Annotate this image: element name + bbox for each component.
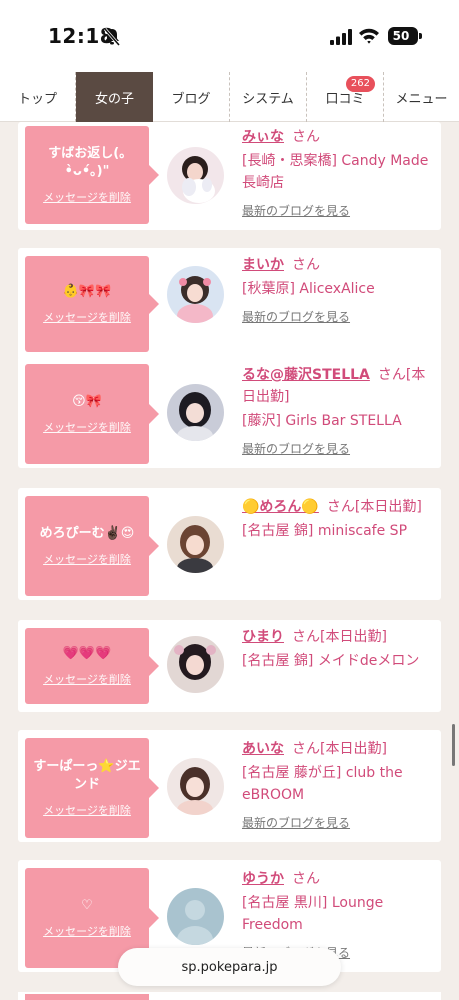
avatar-no-photo[interactable] — [167, 888, 224, 945]
avatar-girl-twin-tails[interactable] — [167, 636, 224, 693]
girl-info: 🟡めろん🟡 さん[本日出勤] [名古屋 錦] miniscafe SP — [242, 496, 433, 542]
message-bubble: すばお返し(｡•̀ᴗ•́｡)" メッセージを削除 — [25, 126, 159, 224]
url-domain: sp.pokepara.jp — [181, 959, 278, 975]
latest-blog-link[interactable]: 最新のブログを見る — [242, 440, 433, 457]
latest-blog-link[interactable]: 最新のブログを見る — [242, 814, 433, 831]
message-bubble: 💗💗💗 メッセージを削除 — [25, 628, 159, 704]
tab-blog[interactable]: ブログ — [153, 72, 230, 122]
reviews-count-badge: 262 — [345, 76, 375, 92]
girl-info: まいか さん [秋葉原] AlicexAlice 最新のブログを見る — [242, 254, 433, 325]
girl-name-link[interactable]: ゆうか — [242, 871, 284, 887]
avatar-girl-brown-hair[interactable] — [167, 516, 224, 573]
name-line: まいか さん — [242, 254, 433, 276]
name-line: 🟡めろん🟡 さん[本日出勤] — [242, 496, 433, 518]
tab-girls-label: 女の子 — [94, 91, 134, 107]
message-bubble: めろぴーむ✌🏿😍 メッセージを削除 — [25, 496, 159, 596]
girl-info: あいな さん[本日出勤] [名古屋 藤が丘] club the eBROOM 最新… — [242, 738, 433, 831]
shop-name[interactable]: [名古屋 藤が丘] club the eBROOM — [242, 762, 433, 806]
tab-girls[interactable]: 女の子 — [76, 72, 153, 122]
girl-name-link[interactable]: ひまり — [242, 629, 284, 645]
honorific: さん — [326, 499, 355, 515]
bell-muted-icon — [103, 28, 121, 46]
battery-tip — [419, 33, 422, 39]
girl-name-link[interactable]: みぃな — [242, 129, 284, 145]
tab-menu[interactable]: メニュー — [384, 72, 459, 122]
message-text: 💗💗💗 — [62, 646, 112, 661]
latest-blog-link[interactable]: 最新のブログを見る — [242, 202, 433, 219]
honorific: さん — [292, 257, 320, 273]
battery-icon: 50 — [388, 27, 418, 45]
tab-blog-label: ブログ — [171, 91, 211, 107]
avatar-girl-pink-outfit[interactable] — [167, 266, 224, 323]
tab-system[interactable]: システム — [230, 72, 307, 122]
honorific: さん — [292, 741, 320, 757]
tab-top[interactable]: トップ — [0, 72, 76, 122]
message-text: すばお返し(｡•̀ᴗ•́｡)" — [48, 146, 126, 179]
shop-name[interactable]: [名古屋 錦] miniscafe SP — [242, 520, 433, 542]
message-text: すーぱーっ⭐ジエンド — [33, 759, 141, 792]
girl-card: すーぱーっ⭐ジエンド メッセージを削除 あいな さん[本日出勤] [名古屋 藤が丘… — [18, 730, 441, 842]
honorific: さん — [377, 367, 406, 383]
girl-card: 👶🎀🎀 メッセージを削除 まいか さん [秋葉原] AlicexAlice 最新の… — [18, 248, 441, 360]
message-text: めろぴーむ✌🏿😍 — [39, 526, 135, 541]
name-line: みぃな さん — [242, 126, 433, 148]
work-status: [本日出勤] — [320, 629, 387, 645]
message-bubble: すーぱーっ⭐ジエンド メッセージを削除 — [25, 738, 159, 838]
girl-card: すばお返し(｡•̀ᴗ•́｡)" メッセージを削除 みぃな さん [長崎・思案橋] … — [18, 122, 441, 230]
message-text: 👶🎀🎀 — [62, 284, 112, 299]
avatar-girl-portrait[interactable] — [167, 758, 224, 815]
latest-blog-link[interactable]: 最新のブログを見る — [242, 308, 433, 325]
shop-name[interactable]: [藤沢] Girls Bar STELLA — [242, 410, 433, 432]
girl-info: るな@藤沢STELLA さん[本日出勤] [藤沢] Girls Bar STELL… — [242, 364, 433, 457]
honorific: さん — [292, 129, 320, 145]
girl-name-link[interactable]: 🟡めろん🟡 — [242, 499, 319, 515]
tab-reviews[interactable]: 口コミ 262 — [307, 72, 384, 122]
status-bar: 12:18 50 — [0, 0, 459, 72]
avatar-girl-dark-hair[interactable] — [167, 384, 224, 441]
girl-name-link[interactable]: るな@藤沢STELLA — [242, 367, 370, 383]
girl-card: めろぴーむ✌🏿😍 メッセージを削除 🟡めろん🟡 さん[本日出勤] [名古屋 錦] … — [18, 488, 441, 600]
delete-message-link[interactable]: メッセージを削除 — [43, 419, 131, 435]
delete-message-link[interactable]: メッセージを削除 — [43, 923, 131, 939]
shop-name[interactable]: [名古屋 黒川] Lounge Freedom — [242, 892, 433, 936]
shop-name[interactable]: [秋葉原] AlicexAlice — [242, 278, 433, 300]
address-bar[interactable]: sp.pokepara.jp — [118, 948, 341, 986]
wifi-icon — [359, 28, 379, 44]
honorific: さん — [292, 629, 320, 645]
message-text: 😚🎀 — [72, 394, 102, 409]
message-bubble: 😚🎀 メッセージを削除 — [25, 364, 159, 464]
shop-name[interactable]: [長崎・思案橋] Candy Made長崎店 — [242, 150, 433, 194]
name-line: あいな さん[本日出勤] — [242, 738, 433, 760]
delete-message-link[interactable]: メッセージを削除 — [43, 189, 131, 205]
message-bubble: 👶🎀🎀 メッセージを削除 — [25, 256, 159, 352]
girl-card: 😚🎀 メッセージを削除 るな@藤沢STELLA さん[本日出勤] [藤沢] Gir… — [18, 356, 441, 468]
delete-message-link[interactable]: メッセージを削除 — [43, 309, 131, 325]
work-status: [本日出勤] — [320, 741, 387, 757]
girl-info: ひまり さん[本日出勤] [名古屋 錦] メイドdeメロン — [242, 626, 433, 672]
delete-message-link[interactable]: メッセージを削除 — [43, 802, 131, 818]
delete-message-link[interactable]: メッセージを削除 — [43, 671, 131, 687]
work-status: [本日出勤] — [354, 499, 422, 515]
message-text: ♡ — [81, 898, 93, 913]
girl-name-link[interactable]: あいな — [242, 741, 284, 757]
battery-level: 50 — [392, 29, 410, 43]
girl-name-link[interactable]: まいか — [242, 257, 284, 273]
tab-top-label: トップ — [17, 91, 57, 107]
delete-message-link[interactable]: メッセージを削除 — [43, 551, 131, 567]
tab-system-label: システム — [242, 91, 294, 107]
girl-message-list: すばお返し(｡•̀ᴗ•́｡)" メッセージを削除 みぃな さん [長崎・思案橋] … — [0, 122, 459, 1000]
shop-name[interactable]: [名古屋 錦] メイドdeメロン — [242, 650, 433, 672]
honorific: さん — [292, 871, 320, 887]
name-line: ひまり さん[本日出勤] — [242, 626, 433, 648]
girl-info: みぃな さん [長崎・思案橋] Candy Made長崎店 最新のブログを見る — [242, 126, 433, 219]
nav-tabs: トップ 女の子 ブログ システム 口コミ 262 メニュー — [0, 72, 459, 122]
next-bubble-edge — [25, 994, 149, 1000]
tab-menu-label: メニュー — [395, 91, 448, 107]
avatar-girl-with-plush[interactable] — [167, 147, 224, 204]
name-line: ゆうか さん — [242, 868, 433, 890]
name-line: るな@藤沢STELLA さん[本日出勤] — [242, 364, 433, 408]
cellular-signal-icon — [330, 29, 352, 45]
scrollbar[interactable] — [452, 724, 455, 766]
girl-card: 💗💗💗 メッセージを削除 ひまり さん[本日出勤] [名古屋 錦] メイドdeメロ… — [18, 620, 441, 712]
